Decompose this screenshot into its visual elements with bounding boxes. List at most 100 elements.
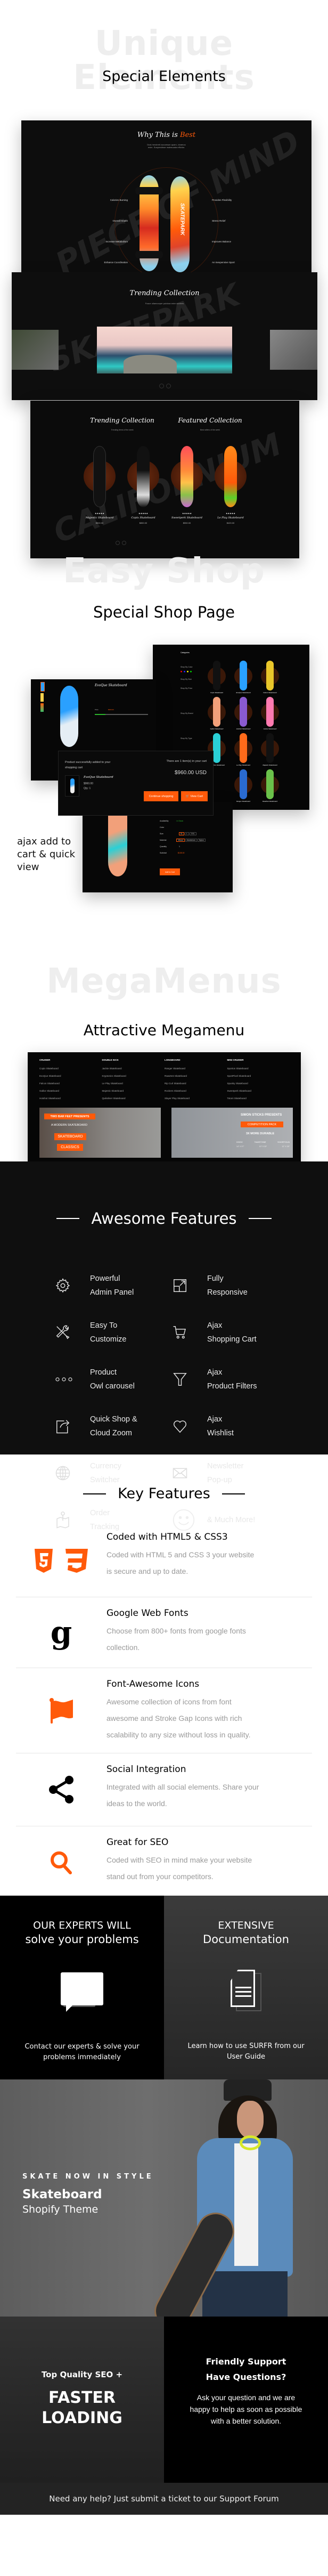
megamenu-link[interactable]: Spunky Skateboard: [227, 1080, 290, 1087]
key-feature-item: Font-Awesome Icons Awesome collection of …: [16, 1668, 312, 1753]
slide-left-image: [12, 330, 59, 370]
popup-cart-count: There are 1 item(s) in your cart: [166, 760, 207, 763]
product-card[interactable]: ★★★★★ Le Play Skateboard $420.00: [215, 446, 247, 531]
megamenu-link[interactable]: Majestic Skateboard: [102, 1087, 165, 1095]
key-feature-desc: Integrated with all social elements. Sha…: [106, 1783, 259, 1808]
megamenu-link[interactable]: Jackie Skateboard: [102, 1065, 165, 1072]
megamenu-link[interactable]: Galloz Skateboard: [39, 1087, 102, 1095]
feature-item: Easy To Customize: [55, 1315, 172, 1350]
slider-prev-button[interactable]: [159, 384, 164, 388]
product-name: Falcon Skateboard: [263, 692, 277, 694]
product-card[interactable]: ★★★★★ Sweetperk Skateboard $550.00: [171, 446, 203, 531]
cart-popup: Product successfully added to your shopp…: [59, 751, 213, 815]
trending-title: Trending Collection: [129, 289, 200, 297]
popup-product-price: $960.00: [84, 782, 94, 785]
product-board: [266, 661, 274, 690]
key-feature-item: Great for SEO Coded with SEO in mind make…: [16, 1826, 312, 1898]
popup-qty: Qty: 1: [84, 787, 91, 790]
megamenu-link[interactable]: Ranger Skateboard: [165, 1065, 227, 1072]
popup-message: Product successfully added to your shopp…: [65, 761, 111, 769]
featured-col-desc: Best sellers of the week: [200, 429, 220, 431]
seo-panel: Top Quality SEO + FASTER LOADING: [0, 2317, 164, 2483]
megamenu-link[interactable]: Sporton Skateboard: [227, 1065, 290, 1072]
view-cart-button[interactable]: 🛒 View Cart: [181, 791, 208, 801]
product-board: [266, 769, 274, 799]
megamenu-column: MINI CRUISER Sporton Skateboard SportPixel…: [227, 1059, 290, 1102]
truck-bottom: [135, 251, 163, 258]
slide-right-image: [270, 330, 317, 370]
easy-shop-section: Easy Shop Special Shop Page Categories S…: [0, 533, 328, 922]
product-card[interactable]: Galloz Skateboard: [206, 697, 227, 732]
megamenu-link[interactable]: Quiksilver Skateboard: [102, 1095, 165, 1102]
responsive-icon: [172, 1278, 195, 1294]
section-title: Key Features: [118, 1485, 210, 1502]
product-card[interactable]: EvoQue Skateboard: [233, 661, 254, 696]
slider-next-button[interactable]: [166, 384, 171, 388]
unique-elements-section: Unique Elements Special Elements PIECE O…: [0, 0, 328, 558]
price: $960.00: [108, 709, 114, 711]
product-name: Galloz Skateboard: [210, 728, 224, 730]
banner-left[interactable]: TWO BAR FEET PRESENTS A MODERN SKATEBOAR…: [39, 1108, 161, 1158]
megamenu-link[interactable]: SportPixel Skateboard: [227, 1072, 290, 1080]
product-board: [213, 661, 220, 690]
banner-right[interactable]: SIMON STICKS PRESENTS COMPETITION PACK 3…: [171, 1108, 293, 1158]
product-board: [240, 733, 247, 763]
product-card[interactable]: Ranger Skateboard: [233, 769, 254, 805]
product-card[interactable]: Copix Skateboard: [206, 661, 227, 696]
tools-icon: [55, 1324, 78, 1340]
product-board: [213, 733, 220, 763]
section-subtitle: Special Elements: [102, 68, 226, 85]
megamenu-link[interactable]: Hotshot Skateboard: [39, 1095, 102, 1102]
share-box-icon: [55, 1418, 78, 1434]
friendly-support-panel: Friendly Support Have Questions? Ask you…: [164, 2317, 328, 2483]
megamenu-link[interactable]: Kryptonics Skateboard: [102, 1072, 165, 1080]
key-feature-item: Social Integration Integrated with all so…: [16, 1753, 312, 1826]
seo-support-section: Top Quality SEO + FASTER LOADING Friendl…: [0, 2317, 328, 2483]
product-board: [266, 697, 274, 727]
thumb-strip: [40, 682, 46, 712]
continue-shopping-button[interactable]: Continue shopping: [144, 791, 178, 801]
document-icon: [231, 1970, 261, 2013]
key-feature-title: Coded with HTML5 & CSS3: [106, 1532, 228, 1542]
megamenu-link[interactable]: RawZest Skateboard: [165, 1072, 227, 1080]
product-grid: Copix Skateboard EvoQue Skateboard Falcon …: [206, 661, 307, 810]
popup-thumb: [65, 775, 79, 797]
divider: [83, 1493, 106, 1494]
megamenu-link[interactable]: Le Play Skateboard: [102, 1080, 165, 1087]
product-card[interactable]: ★★★★★ Majestic Skateboard $500.00: [84, 446, 116, 531]
key-feature-desc: Choose from 800+ fonts from google fonts…: [106, 1627, 246, 1652]
key-features-section: Key Features Coded with HTML5 & CSS3 Code…: [0, 1454, 328, 1896]
megamenu-columns: CRUISER Copix Skateboard EvoQue Skateboard…: [39, 1059, 290, 1102]
footer-text[interactable]: Need any help? Just submit a ticket to o…: [49, 2494, 278, 2504]
html5-css3-icon: [16, 1526, 106, 1597]
product-name: Majestic Skateboard: [263, 764, 277, 766]
add-to-cart-button[interactable]: Add to Cart: [160, 868, 180, 875]
product-card[interactable]: Hotshot Skateboard: [233, 697, 254, 732]
share-icon: [16, 1753, 106, 1826]
product-card[interactable]: Falcon Skateboard: [259, 661, 281, 696]
feature-item: Product Owl carousel: [55, 1362, 172, 1396]
megamenu-link[interactable]: Slayer Play Skateboard: [165, 1095, 227, 1102]
product-card[interactable]: Jackie Skateboard: [259, 697, 281, 732]
experts-panel: OUR EXPERTS WILL solve your problems Con…: [0, 1896, 164, 2079]
megamenu-link[interactable]: Copix Skateboard: [39, 1065, 102, 1072]
megamenu-column: LONGBOARD Ranger Skateboard RawZest Skateb…: [165, 1059, 227, 1102]
megamenu-link[interactable]: Rip Curl Skateboard: [165, 1080, 227, 1087]
product-card[interactable]: ★★★★★ Copix Skateboard $850.00: [127, 446, 159, 531]
megamenu-link[interactable]: Totoni Skateboard: [227, 1095, 290, 1102]
feature-label: Easy To Customize: [90, 1321, 127, 1344]
gear-icon: [55, 1278, 78, 1294]
megamenu-link[interactable]: Rockers Skateboard: [165, 1087, 227, 1095]
megamenu-link[interactable]: Falcon Skateboard: [39, 1080, 102, 1087]
quick-view-details: Price $108.00 Availability In Stock Colo…: [160, 811, 206, 856]
product-name: Ranger Skateboard: [236, 800, 251, 802]
megamenu-screenshot: CRUISER Copix Skateboard EvoQue Skateboard…: [28, 1052, 301, 1166]
price-label: Price: [95, 709, 99, 711]
product-card[interactable]: Majestic Skateboard: [259, 733, 281, 768]
product-card[interactable]: RawZest Skateboard: [259, 769, 281, 805]
megamenu-link[interactable]: Sweetperk Skateboard: [227, 1087, 290, 1095]
feature-label: Ajax Wishlist: [207, 1415, 234, 1437]
product-card[interactable]: Le Play Skateboard: [233, 733, 254, 768]
megamenu-link[interactable]: EvoQue Skateboard: [39, 1072, 102, 1080]
key-feature-title: Great for SEO: [106, 1837, 169, 1848]
